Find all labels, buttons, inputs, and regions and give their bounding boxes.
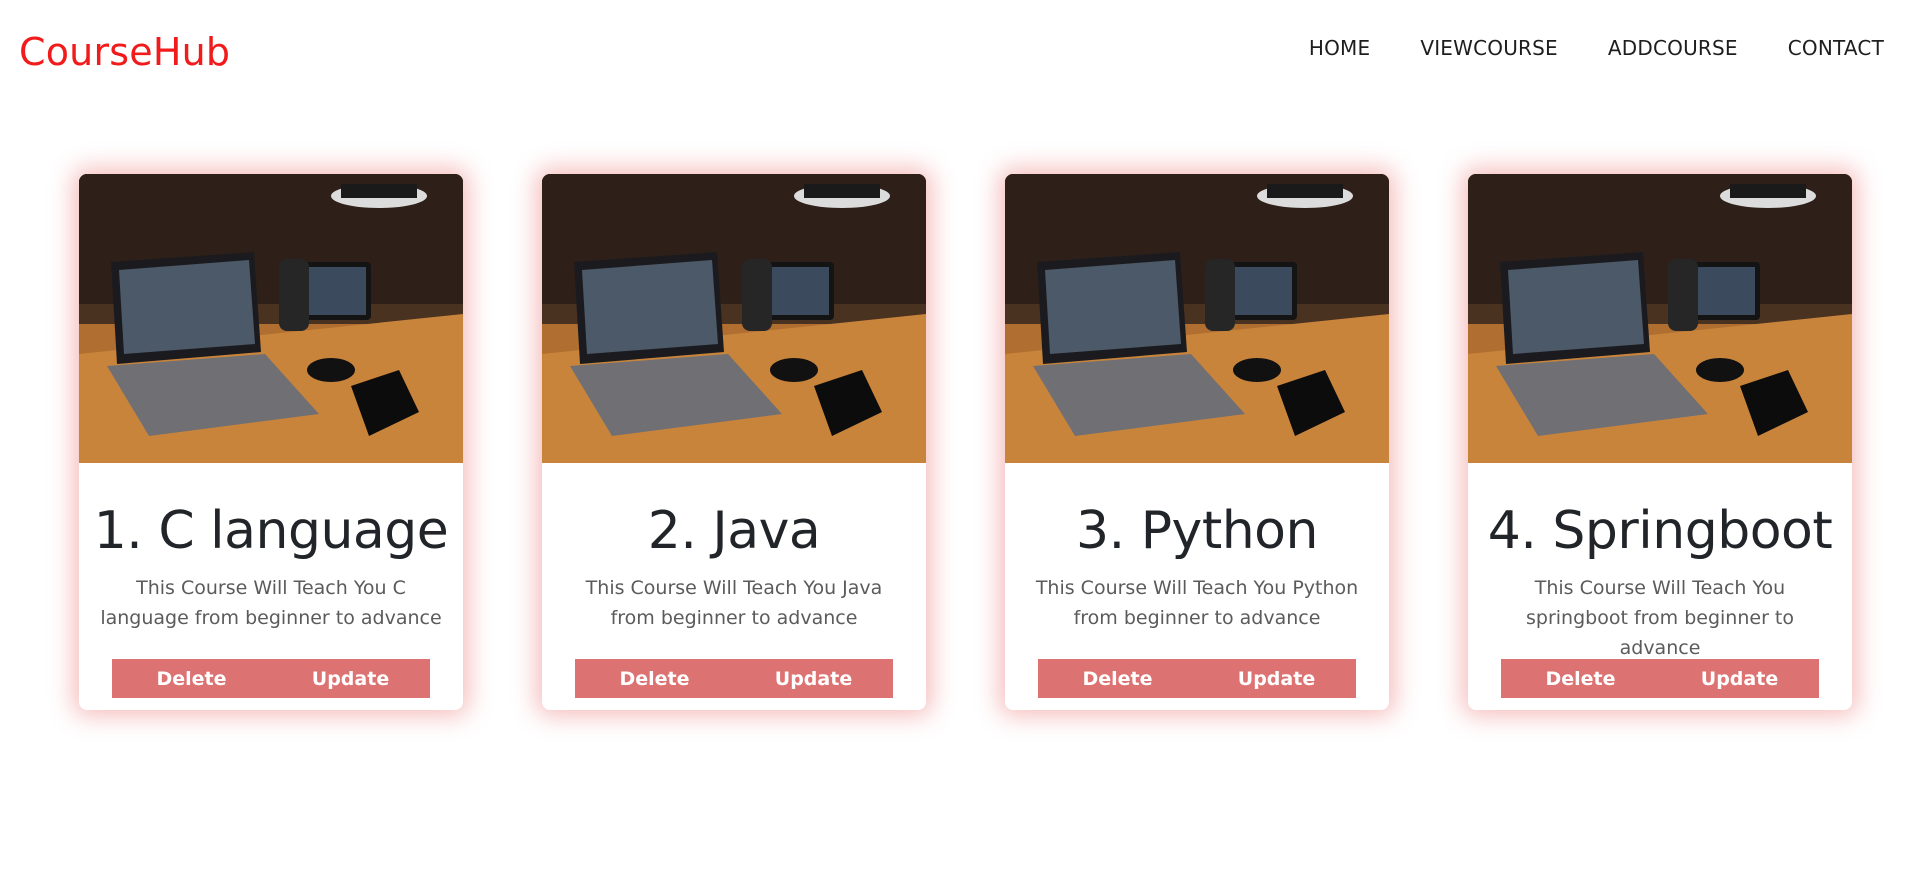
navbar: CourseHub HOME VIEWCOURSE ADDCOURSE CONT… <box>0 0 1920 110</box>
card-actions: Delete Update <box>1501 659 1819 698</box>
course-title: 4. Springboot <box>1487 501 1833 561</box>
course-title: 2. Java <box>647 501 821 561</box>
course-image <box>542 174 926 463</box>
delete-button[interactable]: Delete <box>1501 659 1660 698</box>
update-button[interactable]: Update <box>271 659 430 698</box>
course-description: This Course Will Teach You springboot fr… <box>1526 577 1794 659</box>
card-actions: Delete Update <box>112 659 430 698</box>
card-body: 4. Springboot This Course Will Teach You… <box>1468 463 1852 710</box>
card-actions: Delete Update <box>1038 659 1356 698</box>
card-body: 1. C language This Course Will Teach You… <box>79 463 463 710</box>
nav-links: HOME VIEWCOURSE ADDCOURSE CONTACT <box>1284 33 1884 63</box>
course-card: 1. C language This Course Will Teach You… <box>79 174 463 710</box>
course-description: This Course Will Teach You C language fr… <box>100 577 442 629</box>
course-title: 3. Python <box>1076 501 1318 561</box>
delete-button[interactable]: Delete <box>575 659 734 698</box>
nav-contact[interactable]: CONTACT <box>1763 33 1884 63</box>
course-image <box>79 174 463 463</box>
brand-logo[interactable]: CourseHub <box>19 30 230 74</box>
delete-button[interactable]: Delete <box>1038 659 1197 698</box>
update-button[interactable]: Update <box>1197 659 1356 698</box>
delete-button[interactable]: Delete <box>112 659 271 698</box>
course-card: 2. Java This Course Will Teach You Java … <box>542 174 926 710</box>
course-title: 1. C language <box>93 501 449 561</box>
course-description: This Course Will Teach You Python from b… <box>1035 577 1359 629</box>
nav-viewcourse[interactable]: VIEWCOURSE <box>1395 33 1583 63</box>
card-body: 3. Python This Course Will Teach You Pyt… <box>1005 463 1389 710</box>
course-image <box>1005 174 1389 463</box>
nav-home[interactable]: HOME <box>1284 33 1395 63</box>
course-image <box>1468 174 1852 463</box>
card-body: 2. Java This Course Will Teach You Java … <box>542 463 926 710</box>
course-description: This Course Will Teach You Java from beg… <box>585 577 883 629</box>
card-actions: Delete Update <box>575 659 893 698</box>
course-card: 4. Springboot This Course Will Teach You… <box>1468 174 1852 710</box>
update-button[interactable]: Update <box>1660 659 1819 698</box>
course-card: 3. Python This Course Will Teach You Pyt… <box>1005 174 1389 710</box>
nav-addcourse[interactable]: ADDCOURSE <box>1583 33 1763 63</box>
update-button[interactable]: Update <box>734 659 893 698</box>
